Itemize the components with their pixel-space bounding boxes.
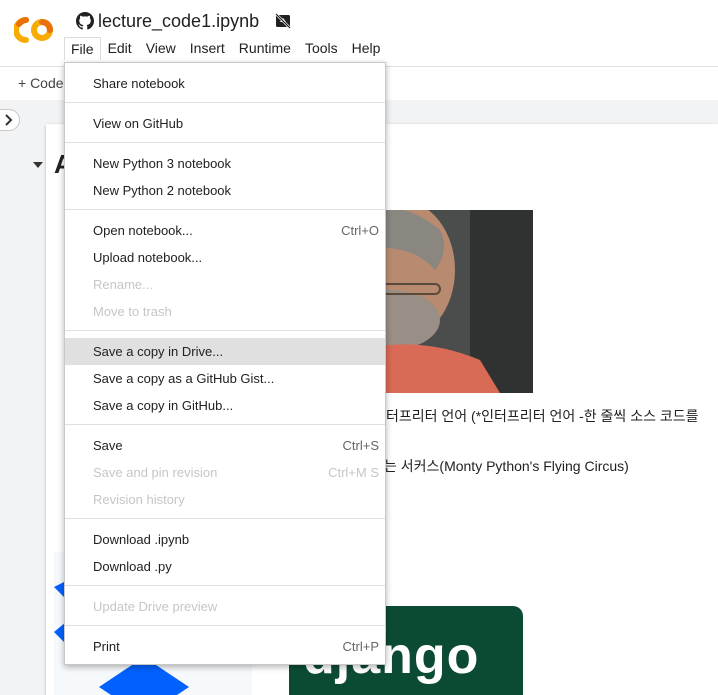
menu-item-download-ipynb[interactable]: Download .ipynb	[65, 526, 385, 553]
menu-item-share-notebook[interactable]: Share notebook	[65, 70, 385, 97]
collapse-section-icon[interactable]	[33, 162, 43, 168]
menu-item-label: View on GitHub	[93, 116, 184, 131]
colab-logo-icon[interactable]	[14, 16, 54, 44]
menu-insert[interactable]: Insert	[183, 36, 232, 60]
menu-item-label: Upload notebook...	[93, 250, 203, 265]
menu-file[interactable]: File	[64, 36, 101, 60]
menu-divider	[65, 424, 385, 425]
menu-item-save-copy-in-github[interactable]: Save a copy in GitHub...	[65, 392, 385, 419]
menu-item-update-drive-preview: Update Drive preview	[65, 593, 385, 620]
menu-item-label: New Python 2 notebook	[93, 183, 232, 198]
menu-item-label: Download .ipynb	[93, 532, 190, 547]
file-menu-dropdown: Share notebook View on GitHub New Python…	[64, 62, 386, 665]
menu-item-rename: Rename...	[65, 271, 385, 298]
menu-edit[interactable]: Edit	[101, 36, 139, 60]
menu-item-move-to-trash: Move to trash	[65, 298, 385, 325]
menu-help[interactable]: Help	[345, 36, 388, 60]
menu-item-label: Save and pin revision	[93, 465, 218, 480]
github-icon	[76, 12, 94, 30]
menu-divider	[65, 102, 385, 103]
menu-divider	[65, 330, 385, 331]
menu-item-new-python3-notebook[interactable]: New Python 3 notebook	[65, 150, 385, 177]
menu-divider	[65, 585, 385, 586]
menu-tools[interactable]: Tools	[298, 36, 345, 60]
menu-item-label: Save a copy in GitHub...	[93, 398, 234, 413]
menu-divider	[65, 142, 385, 143]
menu-item-label: Rename...	[93, 277, 153, 292]
menu-runtime[interactable]: Runtime	[232, 36, 298, 60]
title-row: lecture_code1.ipynb	[76, 10, 292, 32]
menu-item-shortcut: Ctrl+P	[342, 639, 379, 654]
menu-item-label: Download .py	[93, 559, 172, 574]
menu-item-label: Update Drive preview	[93, 599, 218, 614]
body-text-line: 는 서커스(Monty Python's Flying Circus)	[384, 458, 629, 474]
menu-item-save-and-pin-revision: Save and pin revision Ctrl+M S	[65, 459, 385, 486]
menu-item-save-copy-as-gist[interactable]: Save a copy as a GitHub Gist...	[65, 365, 385, 392]
menu-item-revision-history: Revision history	[65, 486, 385, 513]
menu-item-view-on-github[interactable]: View on GitHub	[65, 110, 385, 137]
notebook-title[interactable]: lecture_code1.ipynb	[98, 11, 259, 32]
menu-item-download-py[interactable]: Download .py	[65, 553, 385, 580]
menu-item-label: Save a copy as a GitHub Gist...	[93, 371, 275, 386]
portrait-image	[380, 210, 533, 393]
body-text-line: 터프리터 언어 (*인터프리터 언어 -한 줄씩 소스 코드를	[386, 408, 699, 424]
menu-item-shortcut: Ctrl+O	[341, 223, 379, 238]
menu-item-open-notebook[interactable]: Open notebook... Ctrl+O	[65, 217, 385, 244]
menu-item-shortcut: Ctrl+S	[342, 438, 379, 453]
menu-divider	[65, 518, 385, 519]
menu-item-new-python2-notebook[interactable]: New Python 2 notebook	[65, 177, 385, 204]
menu-item-print[interactable]: Print Ctrl+P	[65, 633, 385, 660]
add-code-button[interactable]: + Code	[18, 75, 64, 91]
menu-item-label: Open notebook...	[93, 223, 193, 238]
menu-view[interactable]: View	[139, 36, 183, 60]
chevron-right-icon	[5, 114, 13, 126]
menu-item-save[interactable]: Save Ctrl+S	[65, 432, 385, 459]
sidebar-toggle-button[interactable]	[0, 109, 20, 131]
menu-item-label: Share notebook	[93, 76, 185, 91]
menu-item-save-copy-in-drive[interactable]: Save a copy in Drive...	[65, 338, 385, 365]
menu-divider	[65, 209, 385, 210]
menu-item-label: New Python 3 notebook	[93, 156, 232, 171]
menu-item-label: Print	[93, 639, 120, 654]
menubar: File Edit View Insert Runtime Tools Help	[64, 36, 387, 60]
menu-item-shortcut: Ctrl+M S	[328, 465, 379, 480]
menu-divider	[65, 625, 385, 626]
drive-not-saved-icon[interactable]	[275, 13, 292, 29]
menu-item-label: Save	[93, 438, 123, 453]
menu-item-label: Revision history	[93, 492, 185, 507]
menu-item-upload-notebook[interactable]: Upload notebook...	[65, 244, 385, 271]
menu-item-label: Move to trash	[93, 304, 172, 319]
menu-item-label: Save a copy in Drive...	[93, 344, 224, 359]
